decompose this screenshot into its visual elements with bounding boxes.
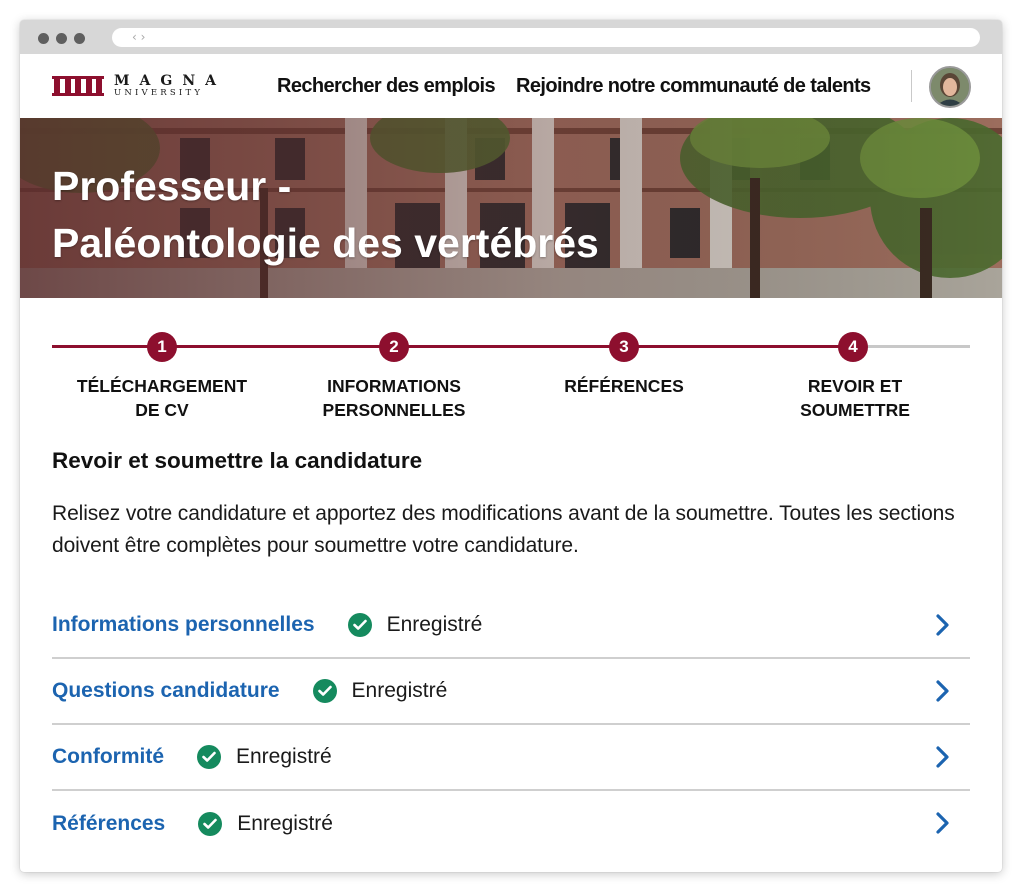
browser-toolbar: ‹ › [20, 20, 1002, 54]
status-text: Enregistré [386, 613, 483, 636]
site-header: MAGNA UNIVERSITY Rechercher des emplois … [20, 54, 1002, 118]
user-avatar[interactable] [929, 66, 971, 108]
review-row-compliance[interactable]: Conformité Enregistré [52, 725, 970, 791]
step-4-marker[interactable]: 4 [838, 332, 868, 362]
step-2-marker[interactable]: 2 [379, 332, 409, 362]
status-badge: Enregistré [347, 613, 483, 637]
main-navigation: Rechercher des emplois Rejoindre notre c… [277, 75, 871, 98]
check-circle-icon [347, 613, 372, 637]
review-description-block: Relisez votre candidature et apportez de… [52, 498, 970, 562]
check-circle-icon [198, 812, 223, 836]
logo-wordmark: MAGNA UNIVERSITY [114, 74, 226, 98]
university-logo[interactable]: MAGNA UNIVERSITY [52, 74, 226, 98]
section-link-references[interactable]: Références [52, 812, 165, 836]
logo-line-1: MAGNA [114, 73, 226, 89]
status-badge: Enregistré [197, 745, 332, 769]
status-text: Enregistré [237, 812, 333, 835]
check-circle-icon [312, 679, 337, 703]
close-dot[interactable] [38, 33, 49, 44]
chevron-right-icon[interactable] [932, 613, 952, 637]
section-link-application-questions[interactable]: Questions candidature [52, 679, 280, 703]
review-description: Relisez votre candidature et apportez de… [52, 502, 955, 557]
status-text: Enregistré [351, 679, 448, 702]
application-progress-stepper: 1 TÉLÉCHARGEMENT DE CV 2 INFORMATIONS PE… [20, 298, 1002, 448]
maximize-dot[interactable] [74, 33, 85, 44]
nav-divider [911, 70, 912, 102]
address-bar[interactable]: ‹ › [112, 28, 980, 47]
chevron-right-icon[interactable] [932, 811, 952, 835]
job-title-line-1: Professeur - [52, 163, 292, 209]
review-title: Revoir et soumettre la candidature [52, 448, 423, 473]
code-icon: ‹ › [132, 30, 146, 44]
review-row-personal-info[interactable]: Informations personnelles Enregistré [52, 593, 970, 659]
status-badge: Enregistré [312, 679, 448, 703]
nav-link-search-jobs[interactable]: Rechercher des emplois [277, 75, 496, 98]
check-circle-icon [197, 745, 221, 769]
review-row-application-questions[interactable]: Questions candidature Enregistré [52, 659, 970, 725]
minimize-dot[interactable] [56, 33, 67, 44]
chevron-right-icon[interactable] [932, 679, 952, 703]
logo-line-2: UNIVERSITY [114, 88, 204, 98]
step-3-marker[interactable]: 3 [609, 332, 639, 362]
step-4-label: REVOIR ET SOUMETTRE [800, 376, 910, 420]
chevron-right-icon[interactable] [932, 745, 952, 769]
job-hero-banner: Professeur - Paléontologie des vertébrés [20, 118, 1002, 298]
progress-track-remaining [853, 345, 970, 348]
job-title: Professeur - Paléontologie des vertébrés [52, 158, 599, 272]
section-link-personal-info[interactable]: Informations personnelles [52, 613, 315, 637]
browser-window: ‹ › MAGNA UNIVERSITY Rechercher des empl… [20, 20, 1002, 872]
review-row-references[interactable]: Références Enregistré [52, 791, 970, 857]
status-badge: Enregistré [198, 812, 333, 836]
job-title-line-2: Paléontologie des vertébrés [52, 220, 599, 266]
step-2-label: INFORMATIONS PERSONNELLES [322, 376, 466, 420]
logo-columns-icon [52, 75, 104, 97]
nav-link-talent-community[interactable]: Rejoindre notre communauté de talents [516, 75, 871, 98]
step-1-label: TÉLÉCHARGEMENT DE CV [76, 376, 248, 420]
window-controls [38, 33, 85, 44]
review-header: Revoir et soumettre la candidature [52, 448, 970, 474]
step-1-marker[interactable]: 1 [147, 332, 177, 362]
review-sections-list: Informations personnelles Enregistré Que… [52, 593, 970, 857]
section-link-compliance[interactable]: Conformité [52, 745, 164, 769]
step-3-label: RÉFÉRENCES [564, 376, 684, 396]
status-text: Enregistré [236, 745, 332, 768]
